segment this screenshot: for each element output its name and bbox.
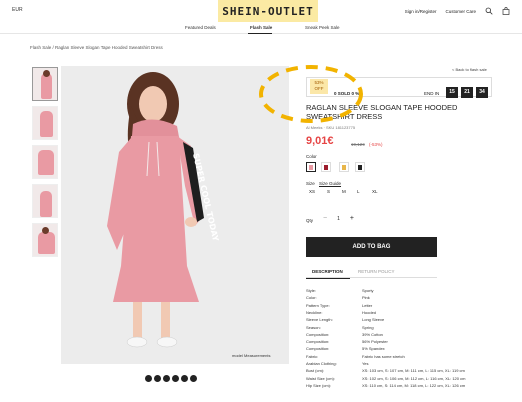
spec-value: XS: 110 cm, S: 114 cm, M: 118 cm, L: 122… — [362, 382, 466, 388]
color-swatch-black[interactable] — [355, 162, 365, 172]
add-to-bag-button[interactable]: ADD TO BAG — [306, 237, 437, 257]
color-label: Color — [306, 154, 317, 159]
size-xl[interactable]: XL — [372, 189, 378, 194]
original-price: 19,12€ — [351, 142, 365, 147]
qty-value[interactable]: 1 — [337, 215, 340, 222]
size-s[interactable]: S — [327, 189, 330, 194]
color-swatch-yellow[interactable] — [339, 162, 349, 172]
share-bar — [145, 375, 197, 382]
thumbnail-2[interactable] — [32, 106, 58, 140]
signin-link[interactable]: Sign in/Register — [405, 9, 437, 14]
spec-key: Fabric: — [306, 353, 319, 359]
product-main-image[interactable]: SUPER COOL TODAY — [61, 66, 289, 364]
spec-key: Arabian Clothing: — [306, 361, 337, 366]
qty-increase-button[interactable]: + — [350, 215, 354, 222]
highlight-circle-annotation — [259, 65, 363, 123]
color-swatch-red[interactable] — [321, 162, 331, 172]
size-l[interactable]: L — [357, 189, 360, 194]
site-logo[interactable]: SHEIN-OUTLET — [218, 0, 318, 22]
search-icon[interactable] — [485, 7, 493, 15]
spec-value: Yes — [362, 361, 369, 366]
spec-key: Composition: — [306, 331, 330, 337]
twitter-icon[interactable] — [154, 375, 161, 382]
spec-value: Pink — [362, 295, 370, 301]
spec-key: Pattern Type: — [306, 302, 330, 308]
qty-label: Qty — [306, 218, 314, 223]
spec-value: 5% Spandex — [362, 346, 385, 352]
spec-key: Style: — [306, 288, 317, 293]
timer-hours: 15 — [446, 87, 458, 98]
spec-value: Letter — [362, 302, 373, 308]
spec-key: Sleeve Length: — [306, 317, 333, 323]
timer-minutes: 21 — [461, 87, 473, 98]
tab-return-policy[interactable]: RETURN POLICY — [358, 269, 395, 274]
model-measurements-link[interactable]: model Measurements — [232, 353, 270, 358]
end-in-label: END IN — [424, 91, 440, 96]
nav-featured-deals[interactable]: Featured Deals — [185, 25, 216, 30]
model-photo: SUPER COOL TODAY — [61, 66, 289, 364]
spec-value: Hooded — [362, 309, 377, 315]
spec-key: Season: — [306, 324, 321, 330]
spec-key: Neckline: — [306, 309, 323, 315]
customer-care-link[interactable]: Customer Care — [445, 9, 476, 14]
thumbnail-4[interactable] — [32, 184, 58, 218]
size-xs[interactable]: XS — [309, 189, 315, 194]
tab-description[interactable]: DESCRIPTION — [312, 269, 343, 274]
vk-icon[interactable] — [181, 375, 188, 382]
discount-percent: (-53%) — [369, 142, 383, 147]
spec-key: Composition: — [306, 339, 330, 345]
active-tab-underline — [306, 278, 350, 279]
color-swatch-pink[interactable] — [306, 162, 316, 172]
timer-seconds: 34 — [476, 87, 488, 98]
spec-value: Fabric has some stretch — [362, 353, 405, 359]
back-to-flash-sale-link[interactable]: < Back to flash sale — [452, 67, 487, 72]
facebook-icon[interactable] — [145, 375, 152, 382]
quantity-stepper: − 1 + — [323, 215, 354, 222]
sale-price: 9,01€ — [306, 135, 334, 147]
spec-value: XS: 102 cm, S: 106 cm, M: 112 cm, L: 116… — [362, 375, 466, 381]
spec-key: Waist Size (cm): — [306, 375, 335, 381]
spec-value: Long Sleeve — [362, 317, 385, 323]
spec-value: Sporty — [362, 288, 374, 293]
spec-value: XS: 103 cm, S: 107 cm, M: 111 cm, L: 115… — [362, 368, 465, 374]
pinterest-icon[interactable] — [163, 375, 170, 382]
spec-key: Composition: — [306, 346, 330, 352]
breadcrumb[interactable]: Flash Sale / Raglan Sleeve Slogan Tape H… — [30, 45, 163, 50]
spec-key: Hip Size (cm): — [306, 382, 332, 388]
google-plus-icon[interactable] — [172, 375, 179, 382]
nav-sneak-peek-sale[interactable]: Sneak Peek Sale — [305, 25, 340, 30]
thumbnail-5[interactable] — [32, 223, 58, 257]
spec-key: Color: — [306, 295, 317, 301]
spec-value: Spring — [362, 324, 374, 330]
top-bar: EUR SHEIN-OUTLET Sign in/Register Custom… — [0, 0, 522, 22]
thumbnail-1[interactable] — [32, 67, 58, 101]
product-tabs: DESCRIPTION RETURN POLICY — [306, 266, 437, 278]
spec-value: 39% Cotton — [362, 331, 383, 337]
spec-key: Bust (cm): — [306, 368, 325, 374]
tumblr-icon[interactable] — [190, 375, 197, 382]
nav-flash-sale[interactable]: Flash Sale — [250, 25, 272, 30]
bag-icon[interactable] — [502, 7, 510, 15]
header-links: Sign in/Register Customer Care — [405, 7, 510, 15]
nav-active-underline — [248, 33, 272, 34]
thumbnail-3[interactable] — [32, 145, 58, 179]
size-guide-link[interactable]: Size Guide — [319, 181, 341, 186]
currency-selector[interactable]: EUR — [12, 7, 23, 13]
size-m[interactable]: M — [342, 189, 346, 194]
qty-decrease-button[interactable]: − — [323, 215, 327, 222]
spec-value: 56% Polyester — [362, 339, 388, 345]
category-nav: Featured Deals Flash Sale Sneak Peek Sal… — [0, 22, 522, 34]
size-label: Size — [306, 181, 315, 186]
